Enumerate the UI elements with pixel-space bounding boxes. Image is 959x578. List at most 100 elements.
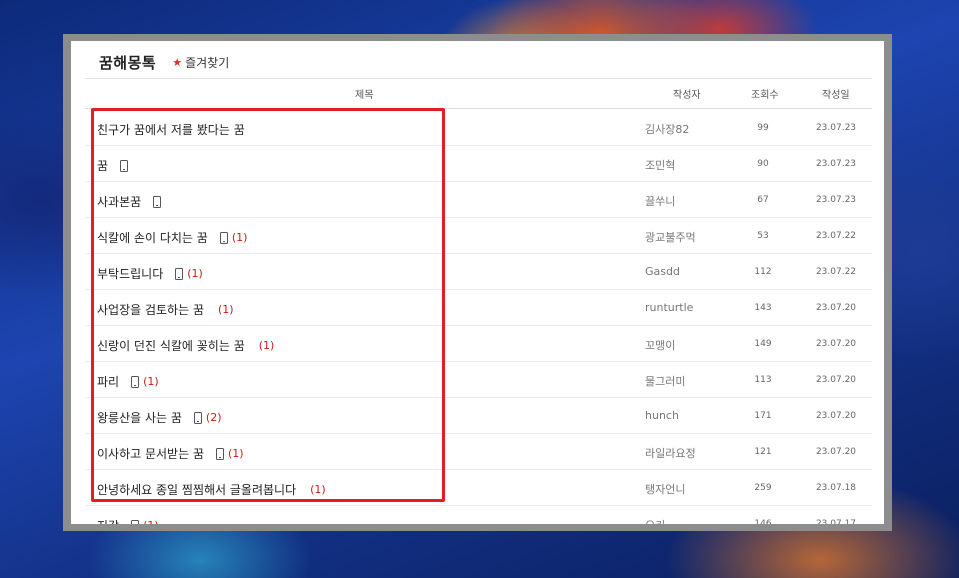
post-title: 식칼에 손이 다치는 꿈 xyxy=(97,231,208,245)
column-header-title: 제목 xyxy=(355,90,374,101)
post-author[interactable]: 조민혁 xyxy=(645,157,675,173)
post-views: 99 xyxy=(757,123,769,133)
post-date: 23.07.23 xyxy=(815,195,857,205)
post-title-link[interactable]: 친구가 꿈에서 저를 봤다는 꿈 xyxy=(97,121,245,138)
board-title[interactable]: 꿈해몽톡 xyxy=(99,52,156,73)
post-date: 23.07.22 xyxy=(815,231,857,241)
post-title-link[interactable]: 왕릉산을 사는 꿈 (2) xyxy=(97,409,222,426)
mobile-phone-icon xyxy=(219,231,228,244)
post-author[interactable]: 물그러미 xyxy=(645,373,685,389)
post-author[interactable]: hunch xyxy=(645,409,679,422)
board-header: 꿈해몽톡 ★ 즐겨찾기 xyxy=(99,47,229,77)
comment-count[interactable]: (1) xyxy=(310,483,326,496)
post-title-link[interactable]: 부탁드립니다 (1) xyxy=(97,265,203,282)
post-date: 23.07.20 xyxy=(815,411,857,421)
post-views: 259 xyxy=(754,483,772,493)
post-title-link[interactable]: 안녕하세요 종일 찜찜해서 글올려봅니다 (1) xyxy=(97,481,326,498)
post-row[interactable]: 사업장을 검토하는 꿈 (1) runturtle 143 23.07.20 xyxy=(85,289,872,326)
post-title-link[interactable]: 식칼에 손이 다치는 꿈 (1) xyxy=(97,229,247,246)
post-title: 사업장을 검토하는 꿈 xyxy=(97,303,204,317)
post-row[interactable]: 식칼에 손이 다치는 꿈 (1) 광교불주먹 53 23.07.22 xyxy=(85,217,872,254)
post-author[interactable]: 라일라요정 xyxy=(645,445,696,461)
column-header-views: 조회수 xyxy=(751,90,779,101)
post-title: 부탁드립니다 xyxy=(97,267,164,281)
post-author[interactable]: 끌쑤니 xyxy=(645,193,675,209)
header-divider xyxy=(85,78,872,79)
post-author[interactable]: Gasdd xyxy=(645,265,680,278)
post-row[interactable]: 신랑이 던진 식칼에 꽂히는 꿈 (1) 꼬맹이 149 23.07.20 xyxy=(85,325,872,362)
favorite-label: 즐겨찾기 xyxy=(185,55,230,70)
post-title-link[interactable]: 꿈 xyxy=(97,157,129,174)
post-title: 사과본꿈 xyxy=(97,195,142,209)
post-title: 꿈 xyxy=(97,159,109,173)
post-title-link[interactable]: 신랑이 던진 식칼에 꽂히는 꿈 (1) xyxy=(97,337,274,354)
post-date: 23.07.22 xyxy=(815,267,857,277)
board-panel: 꿈해몽톡 ★ 즐겨찾기 제목 작성자 조회수 작성일 친구가 꿈에서 저를 봤다… xyxy=(71,41,884,524)
comment-count[interactable]: (2) xyxy=(206,411,222,424)
post-author[interactable]: 김사장82 xyxy=(645,121,689,137)
post-views: 171 xyxy=(754,411,772,421)
post-row[interactable]: 이사하고 문서받는 꿈 (1) 라일라요정 121 23.07.20 xyxy=(85,433,872,470)
post-date: 23.07.17 xyxy=(815,519,857,524)
post-views: 143 xyxy=(754,303,772,313)
post-title: 안녕하세요 종일 찜찜해서 글올려봅니다 xyxy=(97,483,297,497)
comment-count[interactable]: (1) xyxy=(228,447,244,460)
mobile-phone-icon xyxy=(175,267,184,280)
star-icon: ★ xyxy=(172,55,183,69)
post-date: 23.07.23 xyxy=(815,159,857,169)
post-author[interactable]: runturtle xyxy=(645,301,693,314)
post-views: 67 xyxy=(757,195,769,205)
post-title-link[interactable]: 파리 (1) xyxy=(97,373,159,390)
mobile-phone-icon xyxy=(120,159,129,172)
column-header-author: 작성자 xyxy=(673,90,701,101)
post-date: 23.07.20 xyxy=(815,339,857,349)
post-title: 왕릉산을 사는 꿈 xyxy=(97,411,182,425)
post-title: 신랑이 던진 식칼에 꽂히는 꿈 xyxy=(97,339,245,353)
post-title: 지갑 xyxy=(97,517,119,524)
mobile-phone-icon xyxy=(216,447,224,460)
post-views: 146 xyxy=(754,519,772,524)
post-date: 23.07.20 xyxy=(815,303,857,313)
mobile-phone-icon xyxy=(131,519,140,524)
post-views: 149 xyxy=(754,339,772,349)
comment-count[interactable]: (1) xyxy=(143,519,159,524)
post-views: 113 xyxy=(754,375,772,385)
post-row[interactable]: 왕릉산을 사는 꿈 (2) hunch 171 23.07.20 xyxy=(85,397,872,434)
mobile-phone-icon xyxy=(131,375,140,388)
post-author[interactable]: 탱자언니 xyxy=(645,481,685,497)
comment-count[interactable]: (1) xyxy=(143,375,159,388)
post-title-link[interactable]: 사업장을 검토하는 꿈 (1) xyxy=(97,301,234,318)
post-row[interactable]: 안녕하세요 종일 찜찜해서 글올려봅니다 (1) 탱자언니 259 23.07.18 xyxy=(85,469,872,506)
post-title-link[interactable]: 지갑 (1) xyxy=(97,517,159,524)
post-row[interactable]: 지갑 (1) 오키 146 23.07.17 xyxy=(85,505,872,524)
post-title: 파리 xyxy=(97,375,120,389)
comment-count[interactable]: (1) xyxy=(232,231,248,244)
post-views: 53 xyxy=(757,231,769,241)
comment-count[interactable]: (1) xyxy=(187,267,203,280)
favorite-button[interactable]: ★ 즐겨찾기 xyxy=(172,54,229,71)
post-row[interactable]: 부탁드립니다 (1) Gasdd 112 23.07.22 xyxy=(85,253,872,290)
comment-count[interactable]: (1) xyxy=(218,303,234,316)
post-title: 이사하고 문서받는 꿈 xyxy=(97,447,204,461)
post-row[interactable]: 꿈 조민혁 90 23.07.23 xyxy=(85,145,872,182)
post-views: 112 xyxy=(754,267,772,277)
mobile-phone-icon xyxy=(153,195,162,208)
comment-count[interactable]: (1) xyxy=(259,339,275,352)
post-date: 23.07.20 xyxy=(815,447,857,457)
post-author[interactable]: 꼬맹이 xyxy=(645,337,675,353)
post-title-link[interactable]: 이사하고 문서받는 꿈 (1) xyxy=(97,445,244,462)
column-header-date: 작성일 xyxy=(822,90,850,101)
post-date: 23.07.20 xyxy=(815,375,857,385)
post-author[interactable]: 광교불주먹 xyxy=(645,229,696,245)
post-row[interactable]: 사과본꿈 끌쑤니 67 23.07.23 xyxy=(85,181,872,218)
post-date: 23.07.23 xyxy=(815,123,857,133)
post-author[interactable]: 오키 xyxy=(645,517,665,524)
post-date: 23.07.18 xyxy=(815,483,857,493)
post-title-link[interactable]: 사과본꿈 xyxy=(97,193,162,210)
post-row[interactable]: 파리 (1) 물그러미 113 23.07.20 xyxy=(85,361,872,398)
post-row[interactable]: 친구가 꿈에서 저를 봤다는 꿈 김사장82 99 23.07.23 xyxy=(85,109,872,146)
mobile-phone-icon xyxy=(193,411,202,424)
post-views: 90 xyxy=(757,159,769,169)
post-views: 121 xyxy=(754,447,772,457)
post-title: 친구가 꿈에서 저를 봤다는 꿈 xyxy=(97,123,245,137)
